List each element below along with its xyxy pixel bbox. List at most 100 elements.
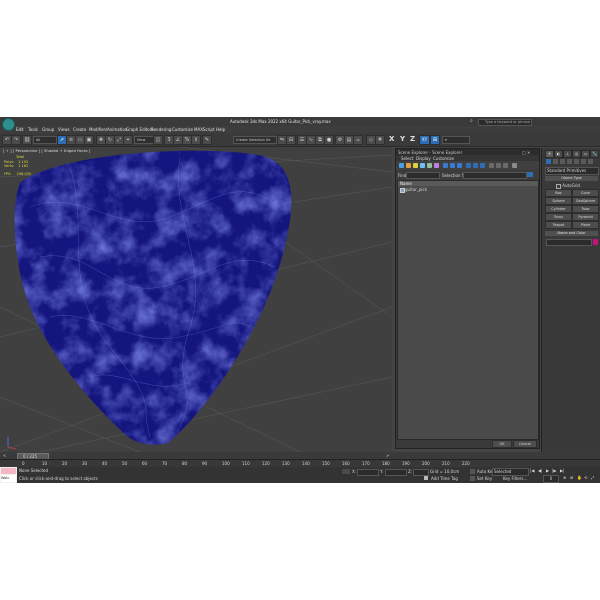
set-key-icon[interactable]: [470, 476, 475, 481]
ok-button[interactable]: OK: [492, 440, 512, 448]
menu-tools[interactable]: Tools: [28, 127, 38, 132]
menu-maxscript[interactable]: MAXScript: [194, 127, 215, 132]
x-coord-field[interactable]: [357, 469, 379, 476]
menu-graph-editors[interactable]: Graph Editors: [126, 127, 153, 132]
spacewarps-icon[interactable]: [581, 159, 586, 164]
add-time-tag-button[interactable]: Add Time Tag: [431, 476, 458, 481]
tab-select[interactable]: Select: [401, 156, 413, 161]
teapot-button[interactable]: Teapot: [545, 221, 572, 229]
viewport-label[interactable]: [ + ] [ Perspective ] [ Shaded + Edged F…: [3, 148, 90, 153]
goto-end-icon[interactable]: ▶|: [560, 468, 564, 473]
maximize-viewport-icon[interactable]: ⤢: [591, 475, 594, 480]
find-input[interactable]: [406, 172, 440, 179]
viewport-canvas[interactable]: [0, 147, 392, 452]
create-tab-icon[interactable]: +: [545, 150, 554, 158]
key-selection-dropdown[interactable]: Selected: [492, 468, 529, 476]
current-frame-field[interactable]: 0: [543, 475, 559, 483]
tab-display[interactable]: Display: [416, 156, 431, 161]
axis-z-button[interactable]: Z: [410, 135, 415, 144]
menu-customize[interactable]: Customize: [172, 127, 193, 132]
list-item[interactable]: guitar_pick: [400, 187, 500, 193]
user-account-dropdown[interactable]: ▾: [442, 136, 470, 144]
hierarchy-tab-icon[interactable]: ⊥: [563, 150, 572, 158]
search-icon[interactable]: ⌕: [470, 118, 473, 124]
time-slider[interactable]: < 0 / 225 >: [0, 452, 600, 460]
display-lights-icon[interactable]: [413, 163, 418, 168]
hide-icon[interactable]: [496, 163, 501, 168]
cancel-button[interactable]: Cancel: [513, 440, 537, 448]
select-all-icon[interactable]: [443, 163, 448, 168]
menu-animation[interactable]: Animation: [107, 127, 127, 132]
shapes-icon[interactable]: [553, 159, 558, 164]
z-coord-field[interactable]: [413, 469, 429, 476]
link-icon[interactable]: ⛓: [22, 135, 32, 145]
pan-icon[interactable]: ✋: [577, 475, 582, 480]
material-editor-icon[interactable]: ●: [324, 135, 334, 145]
perspective-viewport[interactable]: [ + ] [ Perspective ] [ Shaded + Edged F…: [0, 147, 392, 452]
menu-modifiers[interactable]: Modifiers: [89, 127, 107, 132]
axis-x-button[interactable]: X: [389, 135, 394, 144]
menu-group[interactable]: Group: [42, 127, 54, 132]
y-coord-field[interactable]: [385, 469, 407, 476]
motion-tab-icon[interactable]: ◎: [572, 150, 581, 158]
menu-views[interactable]: Views: [58, 127, 70, 132]
named-selection-dropdown[interactable]: Create Selection Se: [233, 136, 277, 144]
zoom-all-icon[interactable]: ⊞: [570, 475, 573, 480]
menu-help[interactable]: Help: [216, 127, 225, 132]
sort-icon[interactable]: [503, 163, 508, 168]
list-header[interactable]: Name: [398, 181, 538, 186]
time-slider-prev-icon[interactable]: <: [3, 453, 6, 458]
geometry-icon[interactable]: [546, 159, 551, 164]
primitive-type-dropdown[interactable]: Standard Primitives: [545, 167, 599, 175]
plane-button[interactable]: Plane: [572, 221, 599, 229]
autogrid-checkbox[interactable]: AutoGrid: [556, 183, 580, 189]
display-tab-icon[interactable]: ▭: [581, 150, 590, 158]
window-crossing-icon[interactable]: ▣: [84, 135, 94, 145]
autogrid-box[interactable]: [556, 183, 561, 189]
display-spacewarps-icon[interactable]: [434, 163, 439, 168]
app-logo-icon[interactable]: [2, 118, 15, 131]
axis-y-button[interactable]: Y: [400, 135, 405, 144]
prev-frame-icon[interactable]: ◀|: [538, 468, 542, 473]
lights-icon[interactable]: [560, 159, 565, 164]
display-helpers-icon[interactable]: [427, 163, 432, 168]
reference-coord-dropdown[interactable]: View: [134, 136, 154, 144]
object-color-swatch[interactable]: [593, 239, 598, 245]
key-filters-button[interactable]: Key Filters...: [503, 476, 527, 481]
maxscript-listener[interactable]: Welc: [0, 467, 17, 483]
pivot-icon[interactable]: ◫: [153, 135, 163, 145]
goto-start-icon[interactable]: |◀: [530, 468, 534, 473]
scene-explorer-list[interactable]: Name guitar_pick: [397, 180, 539, 440]
time-slider-next-icon[interactable]: >: [386, 453, 389, 458]
selection-filter-dropdown[interactable]: All: [33, 136, 57, 144]
display-cameras-icon[interactable]: [420, 163, 425, 168]
scene-explorer-close-icon[interactable]: □ ✕: [522, 150, 530, 155]
pyramid-button[interactable]: Pyramid: [572, 213, 599, 221]
torus-button[interactable]: Torus: [545, 213, 572, 221]
filter-icon[interactable]: [466, 163, 471, 168]
redo-icon[interactable]: ↷: [11, 135, 21, 145]
display-geometry-icon[interactable]: [399, 163, 404, 168]
search-input[interactable]: Type a keyword or phrase: [478, 119, 532, 126]
place-icon[interactable]: ⌖: [123, 135, 133, 145]
object-type-rollout[interactable]: Object Type: [545, 176, 598, 181]
play-icon[interactable]: ▶: [546, 468, 549, 473]
menu-edit[interactable]: Edit: [16, 127, 24, 132]
time-tag-icon[interactable]: [424, 476, 428, 480]
modify-tab-icon[interactable]: ◐: [554, 150, 563, 158]
maxscript-input[interactable]: [1, 468, 16, 474]
render-icon[interactable]: ☕: [353, 135, 363, 145]
orbit-icon[interactable]: ⟲: [584, 475, 587, 480]
box-button[interactable]: Box: [545, 189, 572, 197]
grid-icon[interactable]: #: [375, 135, 385, 145]
next-frame-icon[interactable]: |▶: [552, 468, 556, 473]
selection-set-dropdown[interactable]: [463, 172, 527, 179]
hierarchy-icon[interactable]: [473, 163, 478, 168]
systems-icon[interactable]: [588, 159, 593, 164]
tube-button[interactable]: Tube: [572, 205, 599, 213]
cylinder-button[interactable]: Cylinder: [545, 205, 572, 213]
options-icon[interactable]: [512, 163, 517, 168]
spinner-snap-icon[interactable]: ⇕: [191, 135, 201, 145]
guitar-pick-object[interactable]: [0, 147, 392, 452]
align-icon[interactable]: ⊟: [286, 135, 296, 145]
